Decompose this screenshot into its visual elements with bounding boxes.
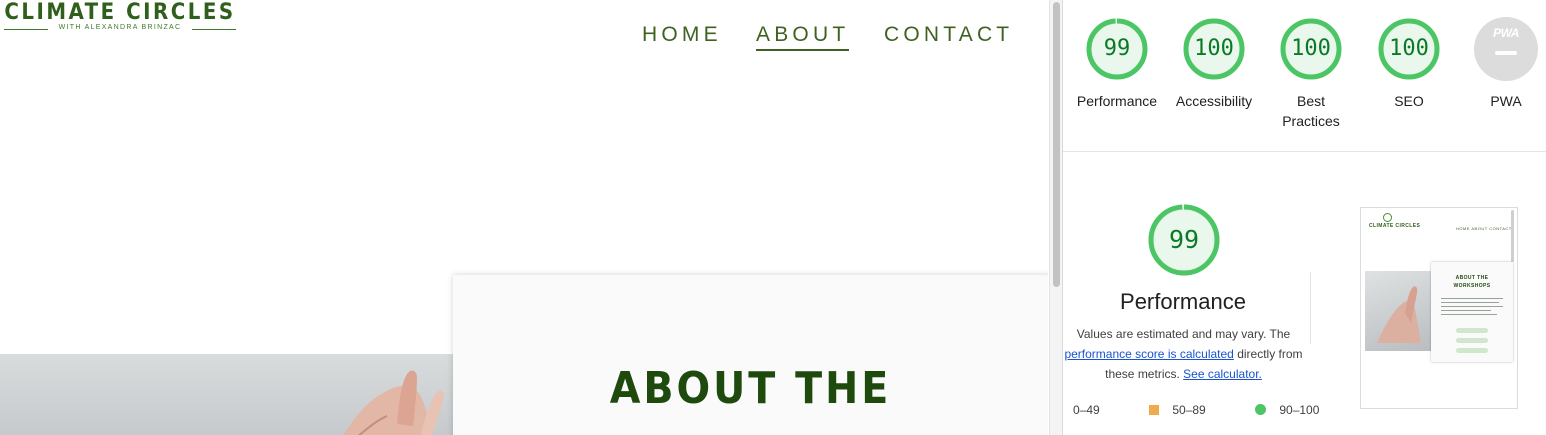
- pwa-badge-bar: [1495, 51, 1517, 55]
- site-logo[interactable]: CLIMATE CIRCLES WITH ALEXANDRA BRINZAC: [4, 0, 236, 34]
- performance-score-large: 99: [1168, 225, 1200, 254]
- page-screenshot-thumbnail[interactable]: CLIMATE CIRCLES HOME ABOUT CONTACT ABOUT…: [1360, 207, 1518, 409]
- nav-home[interactable]: HOME: [642, 22, 722, 48]
- performance-label: Performance: [1076, 93, 1158, 109]
- seo-gauge[interactable]: 100: [1377, 17, 1441, 81]
- legend-pass-range: 90–100: [1279, 403, 1320, 417]
- thumb-hero-image: [1365, 271, 1431, 351]
- accessibility-label: Accessibility: [1175, 93, 1253, 109]
- performance-title: Performance: [1120, 289, 1246, 314]
- thumb-text-line: [1441, 314, 1497, 315]
- metric-divider: [1310, 272, 1311, 344]
- thumb-nav: HOME ABOUT CONTACT: [1456, 226, 1512, 231]
- pass-circle-icon: [1255, 404, 1266, 415]
- thumb-card-title-2: WORKSHOPS: [1453, 283, 1491, 289]
- thumb-hand-illustration: [1377, 286, 1421, 343]
- thumb-logo: CLIMATE CIRCLES: [1369, 223, 1421, 229]
- legend-average: 50–89: [1149, 401, 1206, 419]
- thumb-button: [1456, 328, 1488, 333]
- pwa-badge[interactable]: PWA: [1474, 17, 1538, 81]
- hero-image: [0, 354, 460, 435]
- legend-average-range: 50–89: [1172, 403, 1206, 417]
- best-practices-label: Best Practices: [1282, 93, 1340, 129]
- legend-pass: 90–100: [1255, 401, 1319, 419]
- score-calculated-link[interactable]: performance score is calculated: [1064, 347, 1233, 361]
- about-card: ABOUT THE: [453, 275, 1048, 435]
- average-square-icon: [1149, 405, 1159, 415]
- pwa-label: PWA: [1490, 93, 1522, 109]
- section-divider: [1063, 151, 1546, 152]
- thumb-text-line: [1441, 310, 1491, 311]
- thumb-scrollbar: [1511, 210, 1514, 262]
- accessibility-gauge[interactable]: 100: [1182, 17, 1246, 81]
- thumb-card-title-1: ABOUT THE: [1455, 275, 1489, 281]
- thumb-text-line: [1441, 302, 1499, 303]
- thumb-about-card: ABOUT THE WORKSHOPS: [1431, 262, 1513, 362]
- seo-label: SEO: [1394, 93, 1424, 109]
- hand-illustration: [343, 370, 444, 435]
- seo-score: 100: [1389, 36, 1429, 61]
- thumb-button: [1456, 338, 1488, 343]
- thumb-logo-icon: [1383, 213, 1392, 222]
- thumb-text-line: [1441, 298, 1503, 299]
- desc-prefix: Values are estimated and may vary. The: [1076, 327, 1291, 341]
- site-scrollbar-thumb[interactable]: [1053, 2, 1060, 287]
- site-scrollbar[interactable]: [1049, 0, 1062, 435]
- see-calculator-link[interactable]: See calculator.: [1183, 367, 1262, 381]
- performance-gauge-large: 99: [1148, 204, 1220, 276]
- logo-title: CLIMATE CIRCLES: [4, 0, 236, 25]
- performance-description: Values are estimated and may vary. The p…: [1063, 324, 1304, 384]
- about-card-title: ABOUT THE: [609, 363, 892, 414]
- thumb-text-line: [1441, 306, 1503, 307]
- thumb-card-title: ABOUT THE WORKSHOPS: [1431, 274, 1513, 290]
- lighthouse-panel: 99 Performance 100 Accessibility 100 Best Pra…: [1063, 0, 1546, 435]
- website-viewport: CLIMATE CIRCLES WITH ALEXANDRA BRINZAC H…: [0, 0, 1048, 435]
- nav-contact[interactable]: CONTACT: [884, 22, 1013, 48]
- legend-fail-range: 0–49: [1073, 403, 1100, 417]
- best-practices-gauge[interactable]: 100: [1279, 17, 1343, 81]
- performance-gauge[interactable]: 99: [1085, 17, 1149, 81]
- performance-score: 99: [1103, 36, 1131, 61]
- thumb-button: [1456, 348, 1488, 353]
- pwa-badge-text: PWA: [1493, 26, 1519, 40]
- accessibility-score: 100: [1194, 36, 1234, 61]
- nav-about[interactable]: ABOUT: [756, 22, 850, 51]
- best-practices-score: 100: [1291, 36, 1331, 61]
- legend-fail: 0–49: [1073, 401, 1100, 419]
- logo-subtitle: WITH ALEXANDRA BRINZAC: [58, 24, 182, 31]
